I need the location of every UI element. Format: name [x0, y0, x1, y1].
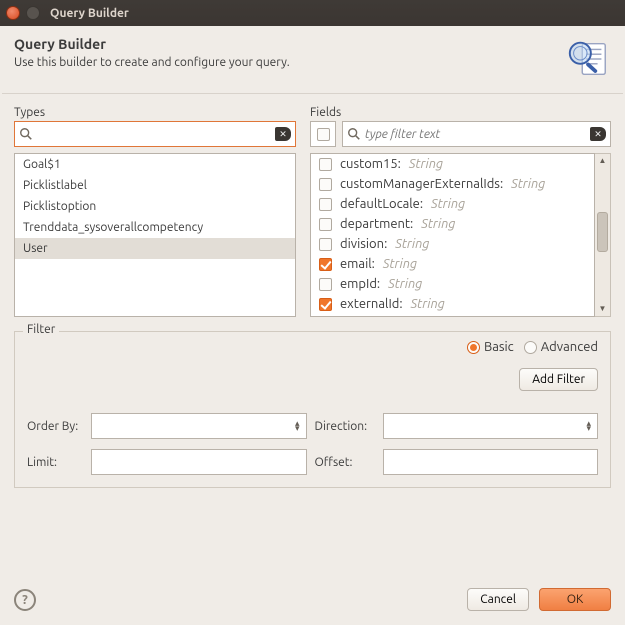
chevron-updown-icon: ▴▾	[295, 421, 300, 431]
types-list-item[interactable]: Picklistlabel	[15, 175, 295, 196]
scroll-up-icon[interactable]: ▲	[595, 154, 610, 168]
scroll-thumb[interactable]	[597, 212, 608, 252]
types-list[interactable]: Goal$1PicklistlabelPicklistoptionTrendda…	[14, 153, 296, 317]
direction-label: Direction:	[315, 420, 375, 433]
fields-list-item[interactable]: customManagerExternalIds:String	[311, 174, 594, 194]
checkbox-icon[interactable]	[319, 278, 332, 291]
orderby-combo[interactable]: ▴▾	[91, 413, 307, 439]
limit-label: Limit:	[27, 456, 83, 469]
checkbox-checked-icon[interactable]	[319, 258, 332, 271]
fields-list-item[interactable]: externalId:String	[311, 294, 594, 314]
types-search-input[interactable]	[37, 128, 271, 141]
types-list-item[interactable]: Trenddata_sysoverallcompetency	[15, 217, 295, 238]
checkbox-icon[interactable]	[319, 238, 332, 251]
types-label: Types	[14, 106, 296, 119]
window-title: Query Builder	[50, 7, 129, 20]
page-subtitle: Use this builder to create and configure…	[14, 56, 290, 69]
fields-list-item[interactable]: empId:String	[311, 274, 594, 294]
fields-list-item[interactable]: custom15:String	[311, 154, 594, 174]
cancel-button[interactable]: Cancel	[467, 588, 529, 611]
fields-select-all[interactable]	[310, 121, 336, 147]
types-list-item[interactable]: Picklistoption	[15, 196, 295, 217]
fields-list-item[interactable]: division:String	[311, 234, 594, 254]
clear-types-search-icon[interactable]	[275, 127, 291, 141]
fields-scrollbar[interactable]: ▲ ▼	[595, 153, 611, 317]
clear-fields-search-icon[interactable]	[590, 127, 606, 141]
checkbox-icon[interactable]	[319, 198, 332, 211]
orderby-label: Order By:	[27, 420, 83, 433]
direction-combo[interactable]: ▴▾	[383, 413, 599, 439]
checkbox-checked-icon[interactable]	[319, 298, 332, 311]
filter-mode-advanced[interactable]: Advanced	[524, 340, 598, 354]
close-window-button[interactable]	[6, 6, 20, 20]
fields-list-item[interactable]: department:String	[311, 214, 594, 234]
titlebar: Query Builder	[0, 0, 625, 26]
ok-button[interactable]: OK	[539, 588, 611, 611]
fields-list[interactable]: custom15:StringcustomManagerExternalIds:…	[310, 153, 595, 317]
fields-list-item[interactable]: defaultLocale:String	[311, 194, 594, 214]
radio-icon	[524, 341, 537, 354]
filter-panel: Filter Basic Advanced Add Filter Order B…	[14, 331, 611, 488]
fields-search[interactable]	[342, 121, 611, 147]
magnifier-document-icon	[565, 36, 611, 85]
types-list-item[interactable]: User	[15, 238, 295, 259]
radio-checked-icon	[467, 341, 480, 354]
checkbox-icon[interactable]	[319, 178, 332, 191]
offset-input[interactable]	[383, 449, 599, 475]
filter-label: Filter	[23, 323, 59, 336]
minimize-window-button[interactable]	[26, 6, 40, 20]
dialog-header: Query Builder Use this builder to create…	[0, 26, 625, 93]
checkbox-icon[interactable]	[319, 218, 332, 231]
offset-label: Offset:	[315, 456, 375, 469]
page-title: Query Builder	[14, 36, 290, 52]
search-icon	[19, 127, 33, 141]
fields-label: Fields	[310, 106, 611, 119]
scroll-down-icon[interactable]: ▼	[595, 302, 610, 316]
dialog-footer: ? Cancel OK	[0, 576, 625, 625]
search-icon	[347, 127, 361, 141]
types-search[interactable]	[14, 121, 296, 147]
chevron-updown-icon: ▴▾	[586, 421, 591, 431]
add-filter-button[interactable]: Add Filter	[519, 368, 598, 391]
limit-input[interactable]	[91, 449, 307, 475]
types-list-item[interactable]: Goal$1	[15, 154, 295, 175]
checkbox-icon[interactable]	[319, 158, 332, 171]
filter-mode-basic[interactable]: Basic	[467, 340, 514, 354]
fields-list-item[interactable]: email:String	[311, 254, 594, 274]
fields-search-input[interactable]	[365, 128, 586, 141]
help-button[interactable]: ?	[14, 589, 36, 611]
